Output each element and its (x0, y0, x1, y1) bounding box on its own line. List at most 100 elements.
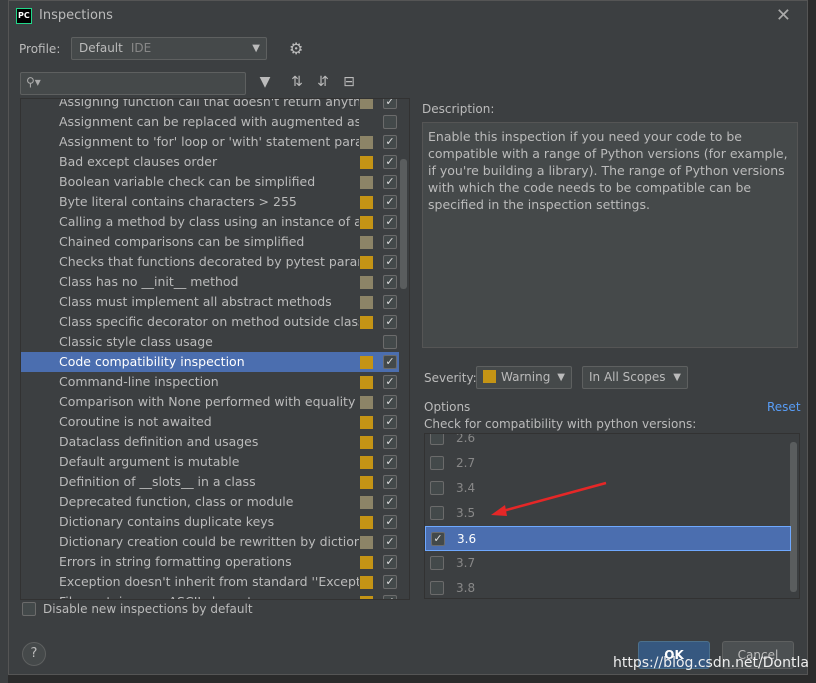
inspection-row[interactable]: Code compatibility inspection ✓ (21, 352, 399, 372)
version-checkbox[interactable] (430, 556, 444, 570)
inspection-label: Checks that functions decorated by pytes… (59, 254, 359, 269)
version-row[interactable]: ✓ 3.6 (425, 526, 791, 551)
search-icon: ⚲▾ (26, 75, 41, 89)
disable-new-row[interactable]: Disable new inspections by default (22, 602, 253, 616)
severity-swatch (360, 396, 373, 409)
close-icon[interactable]: ✕ (776, 5, 791, 26)
inspection-label: Chained comparisons can be simplified (59, 234, 305, 249)
inspection-checkbox[interactable]: ✓ (383, 295, 397, 309)
inspection-row[interactable]: Bad except clauses order ✓ (21, 152, 399, 172)
version-label: 3.7 (456, 556, 476, 570)
inspection-row[interactable]: Checks that functions decorated by pytes… (21, 252, 399, 272)
version-checkbox[interactable] (430, 456, 444, 470)
inspection-checkbox[interactable]: ✓ (383, 495, 397, 509)
scrollbar-thumb[interactable] (790, 442, 797, 592)
filter-icon[interactable]: ▼ (256, 74, 274, 90)
inspection-checkbox[interactable]: ✓ (383, 575, 397, 589)
inspection-checkbox[interactable]: ✓ (383, 255, 397, 269)
inspection-checkbox[interactable]: ✓ (383, 99, 397, 109)
version-checkbox[interactable] (430, 434, 444, 445)
inspection-row[interactable]: Chained comparisons can be simplified ✓ (21, 232, 399, 252)
inspection-label: Code compatibility inspection (59, 354, 245, 369)
inspection-row[interactable]: Boolean variable check can be simplified… (21, 172, 399, 192)
severity-swatch (360, 476, 373, 489)
inspection-label: Dictionary contains duplicate keys (59, 514, 275, 529)
inspection-row[interactable]: Dictionary contains duplicate keys ✓ (21, 512, 399, 532)
inspection-row[interactable]: Comparison with None performed with equa… (21, 392, 399, 412)
inspection-checkbox[interactable]: ✓ (383, 515, 397, 529)
severity-swatch (360, 356, 373, 369)
inspection-checkbox[interactable]: ✓ (383, 455, 397, 469)
inspection-row[interactable]: Assigning function call that doesn't ret… (21, 99, 399, 112)
version-checkbox[interactable] (430, 506, 444, 520)
inspection-row[interactable]: Errors in string formatting operations ✓ (21, 552, 399, 572)
version-checkbox[interactable] (430, 581, 444, 595)
inspection-label: Classic style class usage (59, 334, 213, 349)
inspection-checkbox[interactable]: ✓ (383, 155, 397, 169)
severity-swatch (360, 296, 373, 309)
scrollbar-thumb[interactable] (400, 159, 407, 289)
inspection-row[interactable]: Deprecated function, class or module ✓ (21, 492, 399, 512)
reset-link[interactable]: Reset (767, 400, 801, 414)
inspection-checkbox[interactable]: ✓ (383, 215, 397, 229)
inspection-checkbox[interactable]: ✓ (383, 315, 397, 329)
inspection-row[interactable]: Classic style class usage (21, 332, 399, 352)
inspection-row[interactable]: Byte literal contains characters > 255 ✓ (21, 192, 399, 212)
inspection-checkbox[interactable]: ✓ (383, 595, 397, 599)
inspection-row[interactable]: Dictionary creation could be rewritten b… (21, 532, 399, 552)
scope-dropdown[interactable]: In All Scopes ▼ (582, 366, 688, 389)
inspection-row[interactable]: Command-line inspection ✓ (21, 372, 399, 392)
gear-icon[interactable]: ⚙ (289, 39, 303, 58)
inspection-row[interactable]: File contains non-ASCII character ✓ (21, 592, 399, 599)
options-label: Options (424, 400, 471, 414)
expand-all-icon[interactable]: ⇅ (288, 74, 306, 90)
inspection-row[interactable]: Calling a method by class using an insta… (21, 212, 399, 232)
inspection-checkbox[interactable]: ✓ (383, 555, 397, 569)
inspection-row[interactable]: Dataclass definition and usages ✓ (21, 432, 399, 452)
profile-dropdown[interactable]: Default IDE ▼ (71, 37, 267, 60)
inspection-checkbox[interactable]: ✓ (383, 135, 397, 149)
inspection-checkbox[interactable]: ✓ (383, 395, 397, 409)
inspection-checkbox[interactable]: ✓ (383, 415, 397, 429)
inspection-label: Bad except clauses order (59, 154, 218, 169)
inspection-checkbox[interactable] (383, 335, 397, 349)
inspection-row[interactable]: Assignment to 'for' loop or 'with' state… (21, 132, 399, 152)
inspection-checkbox[interactable]: ✓ (383, 475, 397, 489)
inspection-checkbox[interactable]: ✓ (383, 195, 397, 209)
inspection-row[interactable]: Definition of __slots__ in a class ✓ (21, 472, 399, 492)
severity-dropdown[interactable]: Warning ▼ (476, 366, 572, 389)
version-row[interactable]: 3.7 (425, 551, 791, 576)
version-checkbox[interactable]: ✓ (431, 532, 445, 546)
inspection-label: Calling a method by class using an insta… (59, 214, 359, 229)
disable-new-checkbox[interactable] (22, 602, 36, 616)
inspection-checkbox[interactable]: ✓ (383, 435, 397, 449)
inspection-label: Class specific decorator on method outsi… (59, 314, 359, 329)
inspection-row[interactable]: Exception doesn't inherit from standard … (21, 572, 399, 592)
inspection-row[interactable]: Class must implement all abstract method… (21, 292, 399, 312)
inspection-checkbox[interactable]: ✓ (383, 375, 397, 389)
inspection-row[interactable]: Class specific decorator on method outsi… (21, 312, 399, 332)
inspection-row[interactable]: Coroutine is not awaited ✓ (21, 412, 399, 432)
inspection-row[interactable]: Default argument is mutable ✓ (21, 452, 399, 472)
profile-row: Profile: Default IDE ▼ ⚙ (19, 37, 303, 61)
version-row[interactable]: 2.7 (425, 451, 791, 476)
version-checkbox[interactable] (430, 481, 444, 495)
inspection-checkbox[interactable]: ✓ (383, 175, 397, 189)
collapse-all-icon[interactable]: ⇵ (314, 74, 332, 90)
inspection-label: Coroutine is not awaited (59, 414, 212, 429)
title-bar: PC Inspections ✕ (9, 1, 807, 31)
inspection-checkbox[interactable]: ✓ (383, 535, 397, 549)
inspection-tree[interactable]: Assigning function call that doesn't ret… (20, 98, 410, 600)
inspection-checkbox[interactable]: ✓ (383, 235, 397, 249)
inspection-row[interactable]: Assignment can be replaced with augmente… (21, 112, 399, 132)
inspection-row[interactable]: Class has no __init__ method ✓ (21, 272, 399, 292)
version-row[interactable]: 2.6 (425, 434, 791, 451)
search-input[interactable]: ⚲▾ (20, 72, 246, 95)
inspection-checkbox[interactable]: ✓ (383, 275, 397, 289)
version-row[interactable]: 3.8 (425, 576, 791, 598)
inspection-checkbox[interactable]: ✓ (383, 355, 397, 369)
reset-to-default-icon[interactable]: ⊟ (340, 74, 358, 90)
inspection-checkbox[interactable] (383, 115, 397, 129)
help-button[interactable]: ? (22, 642, 46, 666)
severity-swatch (360, 156, 373, 169)
